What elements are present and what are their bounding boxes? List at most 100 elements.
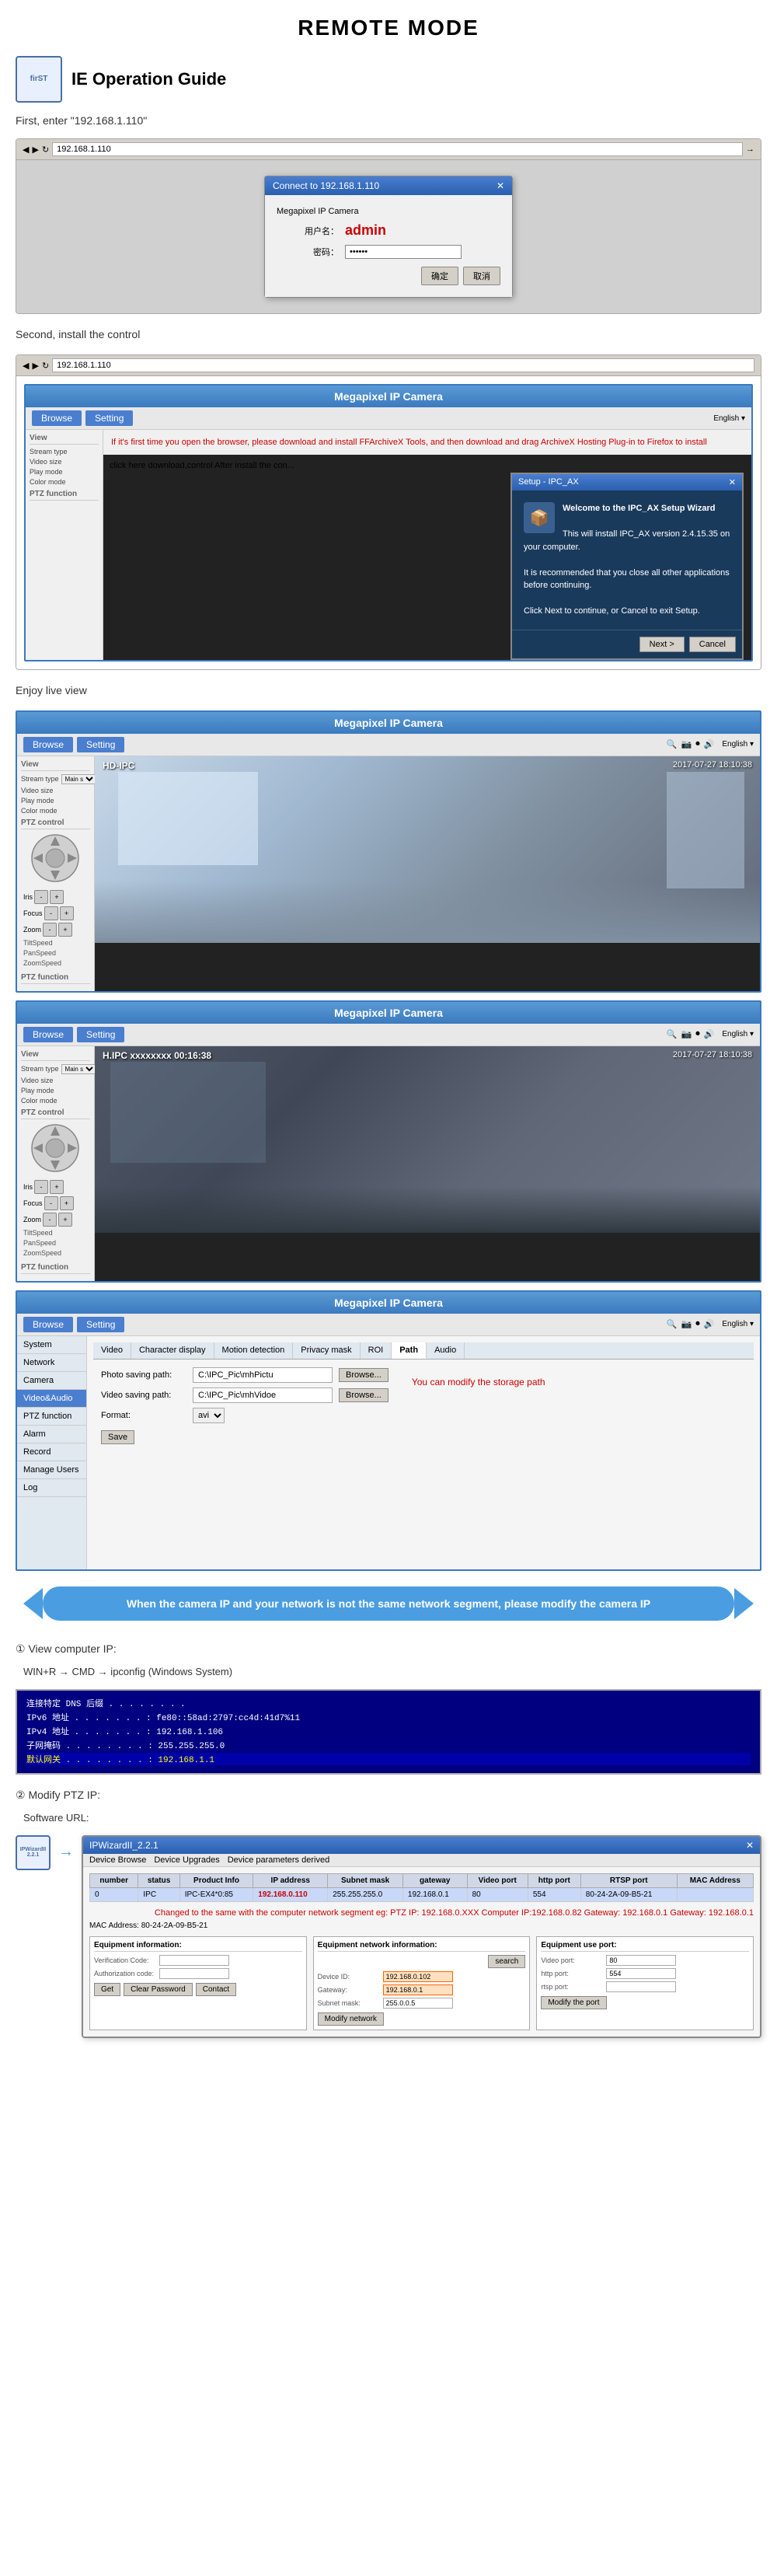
table-row[interactable]: 0 IPC IPC-EX4*0:85 192.168.0.110 255.255…: [90, 1887, 754, 1901]
sw-tab-browse[interactable]: Device Browse: [89, 1855, 146, 1865]
screenshot-icon[interactable]: 📷: [681, 739, 692, 749]
video-size-row: Video size: [30, 458, 99, 466]
verify-input[interactable]: [159, 1955, 229, 1966]
tab-audio[interactable]: Audio: [427, 1342, 465, 1359]
focus-minus-btn[interactable]: -: [44, 906, 58, 920]
photo-browse-btn[interactable]: Browse...: [339, 1368, 388, 1382]
ptz-function-title-live2: PTZ function: [21, 1263, 90, 1274]
sidebar-record[interactable]: Record: [17, 1443, 86, 1461]
tab-motion[interactable]: Motion detection: [214, 1342, 294, 1359]
search-button[interactable]: search: [488, 1955, 525, 1968]
browse-button-install[interactable]: Browse: [32, 410, 82, 426]
address-bar-2[interactable]: 192.168.1.110: [52, 358, 754, 372]
col-video: Video port: [467, 1873, 528, 1887]
zoom-minus-live2[interactable]: -: [43, 1213, 57, 1227]
iris-plus-btn[interactable]: +: [50, 890, 64, 904]
zoom-minus-btn[interactable]: -: [43, 923, 57, 937]
cancel-button[interactable]: 取消: [463, 267, 500, 285]
audio-icon-live2[interactable]: 🔊: [704, 1029, 715, 1039]
record-icon-live2[interactable]: ⏺: [695, 1029, 700, 1039]
gateway-input[interactable]: [383, 1984, 453, 1995]
stream-select-live1[interactable]: Main stream: [61, 774, 96, 784]
auth-input[interactable]: [159, 1968, 229, 1979]
tab-video[interactable]: Video: [93, 1342, 131, 1359]
lang-settings[interactable]: English ▾: [722, 1320, 754, 1328]
screenshot-icon-live2[interactable]: 📷: [681, 1029, 692, 1039]
sidebar-users[interactable]: Manage Users: [17, 1461, 86, 1479]
password-input[interactable]: [345, 245, 462, 259]
sidebar-alarm[interactable]: Alarm: [17, 1426, 86, 1443]
rtsp-port-input[interactable]: [606, 1981, 676, 1992]
lang-select[interactable]: English ▾: [713, 414, 745, 423]
setting-button-install[interactable]: Setting: [85, 410, 133, 426]
sidebar-ptz[interactable]: PTZ function: [17, 1408, 86, 1426]
audio-icon[interactable]: 🔊: [704, 739, 715, 749]
record-icon-settings[interactable]: ⏺: [695, 1319, 700, 1329]
iris-minus-btn[interactable]: -: [34, 890, 48, 904]
browser-refresh-icon[interactable]: ↻: [42, 145, 49, 155]
search-icon-live1[interactable]: 🔍: [667, 739, 678, 749]
video-port-input[interactable]: [606, 1955, 676, 1966]
tab-char-display[interactable]: Character display: [131, 1342, 214, 1359]
modify-port-button[interactable]: Modify the port: [541, 1996, 606, 2009]
get-button[interactable]: Get: [94, 1983, 120, 1996]
sidebar-log[interactable]: Log: [17, 1479, 86, 1497]
focus-minus-live2[interactable]: -: [44, 1196, 58, 1210]
record-icon[interactable]: ⏺: [695, 739, 700, 749]
zoom-plus-btn[interactable]: +: [58, 923, 72, 937]
cancel-button-setup[interactable]: Cancel: [689, 637, 736, 652]
search-icon-live2[interactable]: 🔍: [667, 1029, 678, 1039]
browse-btn-settings[interactable]: Browse: [23, 1317, 73, 1332]
device-id-input[interactable]: [383, 1971, 453, 1982]
lang-live2[interactable]: English ▾: [722, 1030, 754, 1038]
back-icon-2[interactable]: ◀: [23, 361, 29, 371]
browser-back-icon[interactable]: ◀: [23, 145, 29, 155]
browser-address-bar[interactable]: 192.168.1.110: [52, 142, 743, 156]
screenshot-icon-settings[interactable]: 📷: [681, 1319, 692, 1329]
focus-plus-btn[interactable]: +: [60, 906, 74, 920]
sidebar-videoaudio[interactable]: Video&Audio: [17, 1390, 86, 1408]
setting-btn-live1[interactable]: Setting: [77, 737, 124, 752]
stream-select-live2[interactable]: Main stream: [61, 1064, 96, 1074]
contact-button[interactable]: Contact: [196, 1983, 236, 1996]
browser-go-icon[interactable]: →: [746, 145, 754, 154]
forward-icon-2[interactable]: ▶: [32, 361, 38, 371]
browser-forward-icon[interactable]: ▶: [32, 145, 38, 155]
modify-network-button[interactable]: Modify network: [318, 2012, 384, 2026]
focus-plus-live2[interactable]: +: [60, 1196, 74, 1210]
http-port-input[interactable]: [606, 1968, 676, 1979]
iris-plus-live2[interactable]: +: [50, 1180, 64, 1194]
sidebar-system[interactable]: System: [17, 1336, 86, 1354]
audio-icon-settings[interactable]: 🔊: [704, 1319, 715, 1329]
browse-btn-live2[interactable]: Browse: [23, 1027, 73, 1042]
zoom-plus-live2[interactable]: +: [58, 1213, 72, 1227]
sidebar-camera[interactable]: Camera: [17, 1372, 86, 1390]
format-select[interactable]: avi: [193, 1408, 225, 1423]
dialog-close-icon[interactable]: ✕: [497, 180, 504, 191]
sw-tab-params[interactable]: Device parameters derived: [228, 1855, 329, 1865]
lang-live1[interactable]: English ▾: [722, 740, 754, 749]
subnet-input[interactable]: [383, 1998, 453, 2009]
format-label: Format:: [101, 1411, 186, 1420]
video-browse-btn[interactable]: Browse...: [339, 1388, 388, 1402]
photo-path-input[interactable]: [193, 1367, 333, 1383]
save-button-settings[interactable]: Save: [101, 1430, 134, 1444]
search-icon-settings[interactable]: 🔍: [667, 1319, 678, 1329]
tab-roi[interactable]: ROI: [361, 1342, 392, 1359]
video-path-input[interactable]: [193, 1387, 333, 1403]
clear-button[interactable]: Clear Password: [124, 1983, 193, 1996]
ok-button[interactable]: 确定: [421, 267, 458, 285]
sw-close-icon[interactable]: ✕: [746, 1840, 754, 1851]
timestamp-live1: 2017-07-27 18:10:38: [673, 760, 752, 770]
setup-close-icon[interactable]: ✕: [729, 477, 736, 487]
setting-btn-live2[interactable]: Setting: [77, 1027, 124, 1042]
setting-btn-settings[interactable]: Setting: [77, 1317, 124, 1332]
browse-btn-live1[interactable]: Browse: [23, 737, 73, 752]
iris-minus-live2[interactable]: -: [34, 1180, 48, 1194]
sidebar-network[interactable]: Network: [17, 1354, 86, 1372]
next-button[interactable]: Next >: [639, 637, 685, 652]
sw-tab-upgrade[interactable]: Device Upgrades: [154, 1855, 219, 1865]
tab-privacy[interactable]: Privacy mask: [293, 1342, 360, 1359]
refresh-icon-2[interactable]: ↻: [42, 361, 49, 371]
tab-path[interactable]: Path: [392, 1342, 427, 1359]
